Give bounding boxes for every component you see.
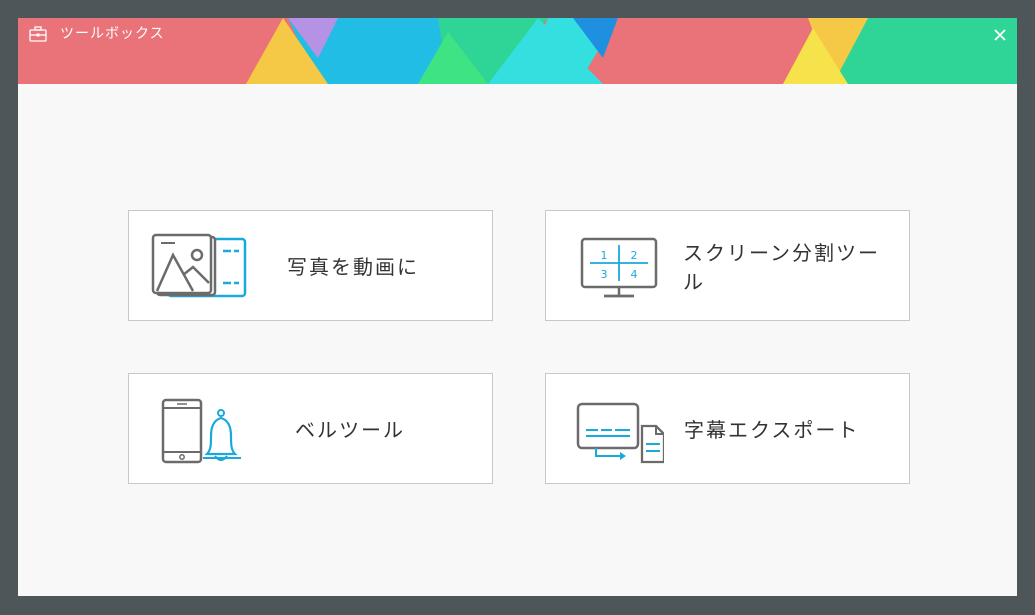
title-banner-decoration [18, 18, 1017, 84]
tool-label: 字幕エクスポート [684, 418, 860, 442]
subtitle-export-icon [576, 402, 664, 464]
split-number-2: 2 [631, 249, 638, 262]
toolbox-window: ツールボックス 写真を動画に 1 2 3 4 スクリーン分割ツール ベルツール … [18, 18, 1017, 596]
window-title: ツールボックス [60, 26, 165, 42]
phone-bell-icon [161, 398, 241, 464]
tool-label: ベルツール [295, 418, 405, 442]
tool-label: 写真を動画に [287, 255, 419, 279]
tool-tile-bell[interactable]: ベルツール [128, 373, 493, 484]
split-number-3: 3 [601, 268, 608, 281]
split-screen-icon: 1 2 3 4 [580, 237, 658, 298]
split-number-1: 1 [601, 249, 608, 262]
tool-tile-subtitle-export[interactable]: 字幕エクスポート [545, 373, 910, 484]
tool-tile-split-screen[interactable]: 1 2 3 4 スクリーン分割ツール [545, 210, 910, 321]
tool-label: スクリーン分割ツール [683, 240, 880, 294]
split-number-4: 4 [631, 268, 638, 281]
tool-tile-photo-to-video[interactable]: 写真を動画に [128, 210, 493, 321]
title-bar: ツールボックス [18, 18, 1017, 84]
close-button[interactable] [989, 24, 1011, 46]
toolbox-icon [29, 26, 47, 42]
photo-to-video-icon [151, 233, 247, 298]
